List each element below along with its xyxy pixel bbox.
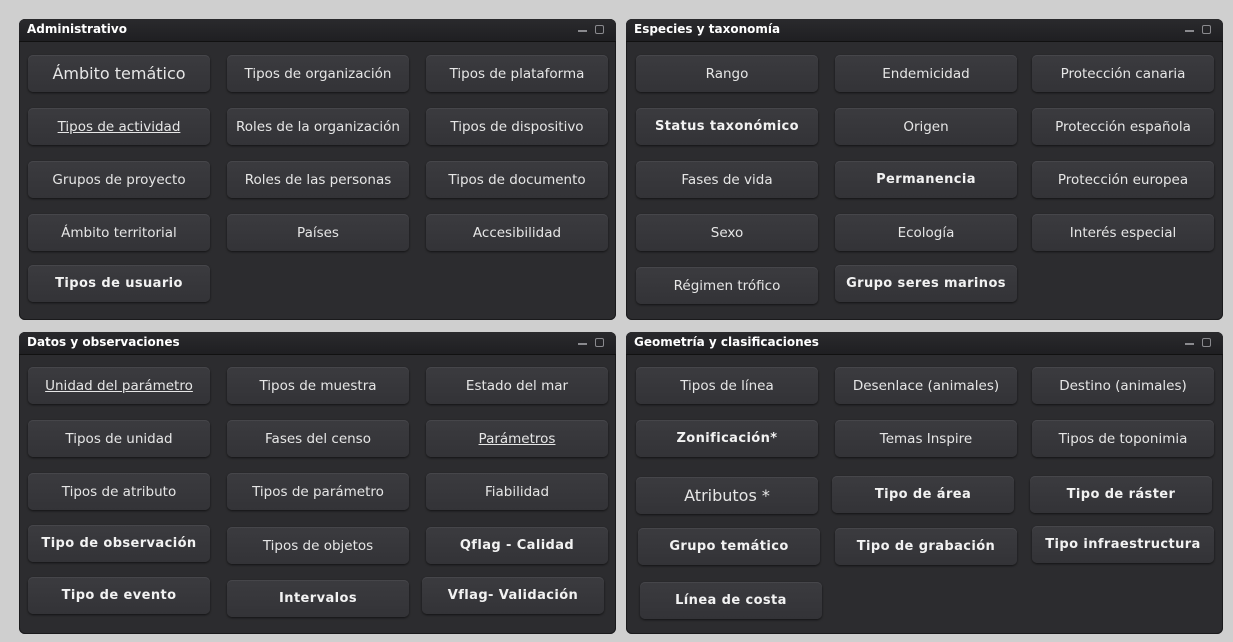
panel-header: Administrativo: [19, 19, 616, 42]
button-permanencia[interactable]: Permanencia: [835, 161, 1017, 198]
minimize-icon[interactable]: [1185, 343, 1194, 345]
button-tipos-linea[interactable]: Tipos de línea: [636, 367, 818, 404]
button-tipo-area[interactable]: Tipo de área: [832, 476, 1014, 513]
button-proteccion-canaria[interactable]: Protección canaria: [1032, 55, 1214, 92]
button-desenlace-animales[interactable]: Desenlace (animales): [835, 367, 1017, 404]
panel-datos-observaciones: Datos y observaciones Unidad del parámet…: [19, 332, 616, 634]
window-controls: [574, 23, 608, 37]
button-tipos-parametro[interactable]: Tipos de parámetro: [227, 473, 409, 510]
button-tipos-atributo[interactable]: Tipos de atributo: [28, 473, 210, 510]
button-rango[interactable]: Rango: [636, 55, 818, 92]
button-fiabilidad[interactable]: Fiabilidad: [426, 473, 608, 510]
button-grupo-seres-marinos[interactable]: Grupo seres marinos: [835, 265, 1017, 302]
button-vflag-validacion[interactable]: Vflag- Validación: [422, 577, 604, 614]
window-controls: [1181, 336, 1215, 350]
button-tipos-toponimia[interactable]: Tipos de toponimia: [1032, 420, 1214, 457]
panel-title: Especies y taxonomía: [634, 22, 781, 36]
button-tipo-observacion[interactable]: Tipo de observación: [28, 525, 210, 562]
button-proteccion-europea[interactable]: Protección europea: [1032, 161, 1214, 198]
button-zonificacion[interactable]: Zonificación*: [636, 420, 818, 457]
button-grupos-proyecto[interactable]: Grupos de proyecto: [28, 161, 210, 198]
button-ecologia[interactable]: Ecología: [835, 214, 1017, 251]
panel-especies-taxonomia: Especies y taxonomía Rango Endemicidad P…: [626, 19, 1223, 320]
button-tipos-actividad[interactable]: Tipos de actividad: [28, 108, 210, 145]
panel-header: Datos y observaciones: [19, 332, 616, 355]
button-endemicidad[interactable]: Endemicidad: [835, 55, 1017, 92]
button-proteccion-espanola[interactable]: Protección española: [1032, 108, 1214, 145]
maximize-icon[interactable]: [1202, 338, 1211, 347]
button-tipos-organizacion[interactable]: Tipos de organización: [227, 55, 409, 92]
button-tipos-unidad[interactable]: Tipos de unidad: [28, 420, 210, 457]
button-regimen-trofico[interactable]: Régimen trófico: [636, 267, 818, 304]
button-accesibilidad[interactable]: Accesibilidad: [426, 214, 608, 251]
button-unidad-parametro[interactable]: Unidad del parámetro: [28, 367, 210, 404]
panel-administrativo: Administrativo Ámbito temático Tipos de …: [19, 19, 616, 320]
minimize-icon[interactable]: [1185, 30, 1194, 32]
button-fases-vida[interactable]: Fases de vida: [636, 161, 818, 198]
button-tipos-plataforma[interactable]: Tipos de plataforma: [426, 55, 608, 92]
button-tipo-raster[interactable]: Tipo de ráster: [1030, 476, 1212, 513]
button-paises[interactable]: Países: [227, 214, 409, 251]
panel-geometria-clasificaciones: Geometría y clasificaciones Tipos de lín…: [626, 332, 1223, 634]
minimize-icon[interactable]: [578, 343, 587, 345]
panel-header: Geometría y clasificaciones: [626, 332, 1223, 355]
button-tipo-grabacion[interactable]: Tipo de grabación: [835, 528, 1017, 565]
button-linea-costa[interactable]: Línea de costa: [640, 582, 822, 619]
button-tipos-usuario[interactable]: Tipos de usuario: [28, 265, 210, 302]
panel-title: Administrativo: [27, 22, 127, 36]
button-interes-especial[interactable]: Interés especial: [1032, 214, 1214, 251]
panel-title: Geometría y clasificaciones: [634, 335, 819, 349]
panel-title: Datos y observaciones: [27, 335, 180, 349]
button-sexo[interactable]: Sexo: [636, 214, 818, 251]
maximize-icon[interactable]: [1202, 25, 1211, 34]
button-parametros[interactable]: Parámetros: [426, 420, 608, 457]
button-qflag-calidad[interactable]: Qflag - Calidad: [426, 527, 608, 564]
button-atributos[interactable]: Atributos *: [636, 477, 818, 514]
button-tipos-dispositivo[interactable]: Tipos de dispositivo: [426, 108, 608, 145]
button-estado-mar[interactable]: Estado del mar: [426, 367, 608, 404]
button-status-taxonomico[interactable]: Status taxonómico: [636, 108, 818, 145]
button-ambito-tematico[interactable]: Ámbito temático: [28, 55, 210, 92]
button-tipo-infraestructura[interactable]: Tipo infraestructura: [1032, 526, 1214, 563]
button-destino-animales[interactable]: Destino (animales): [1032, 367, 1214, 404]
button-tipo-evento[interactable]: Tipo de evento: [28, 577, 210, 614]
button-fases-censo[interactable]: Fases del censo: [227, 420, 409, 457]
button-origen[interactable]: Origen: [835, 108, 1017, 145]
button-tipos-muestra[interactable]: Tipos de muestra: [227, 367, 409, 404]
maximize-icon[interactable]: [595, 338, 604, 347]
button-tipos-objetos[interactable]: Tipos de objetos: [227, 527, 409, 564]
button-tipos-documento[interactable]: Tipos de documento: [426, 161, 608, 198]
panel-header: Especies y taxonomía: [626, 19, 1223, 42]
minimize-icon[interactable]: [578, 30, 587, 32]
button-temas-inspire[interactable]: Temas Inspire: [835, 420, 1017, 457]
maximize-icon[interactable]: [595, 25, 604, 34]
button-roles-organizacion[interactable]: Roles de la organización: [227, 108, 409, 145]
button-ambito-territorial[interactable]: Ámbito territorial: [28, 214, 210, 251]
window-controls: [574, 336, 608, 350]
button-intervalos[interactable]: Intervalos: [227, 580, 409, 617]
button-grupo-tematico[interactable]: Grupo temático: [638, 528, 820, 565]
button-roles-personas[interactable]: Roles de las personas: [227, 161, 409, 198]
window-controls: [1181, 23, 1215, 37]
